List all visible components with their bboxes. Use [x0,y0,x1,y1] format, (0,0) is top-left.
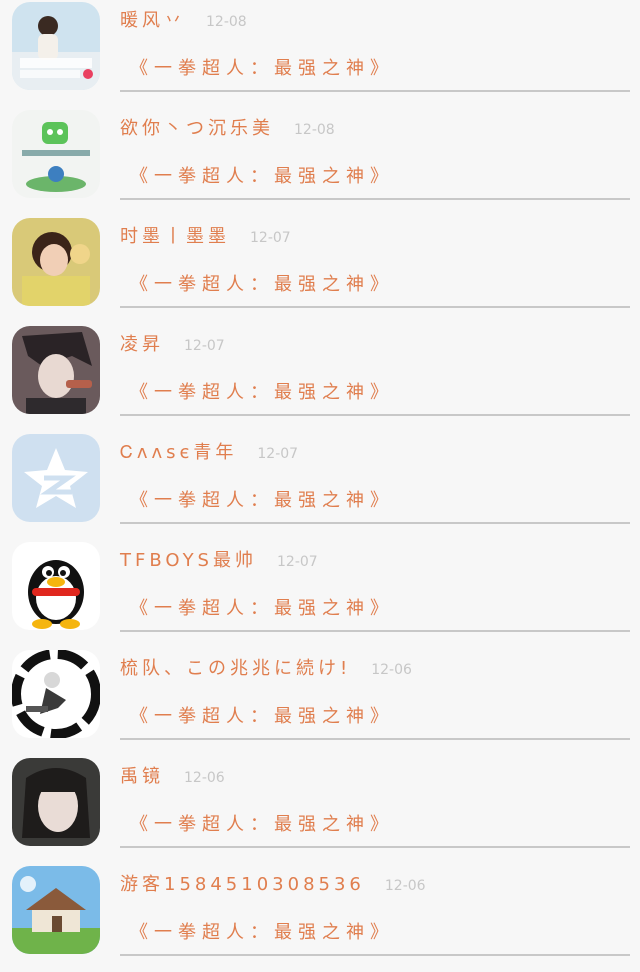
sender-name[interactable]: 凌昇 [120,330,164,356]
message-date: 12-06 [384,878,426,894]
message-header: 禹镜 12-06 [120,762,630,788]
message-header: 暖风丷 12-08 [120,6,630,32]
divider [120,738,630,740]
message-date: 12-08 [294,122,335,138]
message-header: Ꮯʌʌsє青年 12-07 [120,438,630,464]
qq-penguin-avatar[interactable] [12,542,100,630]
sender-name[interactable]: TFBOYS最帅 [120,546,257,572]
divider [120,90,630,92]
message-header: 游客1584510308536 12-06 [120,870,630,896]
message-text[interactable]: 《一拳超人：最强之神》 [130,162,394,188]
divider [120,954,630,956]
message-date: 12-06 [371,662,412,678]
message-header: 时墨丨墨墨 12-07 [120,222,630,248]
message-header: TFBOYS最帅 12-07 [120,546,630,572]
child-photo-avatar[interactable] [12,218,100,306]
message-header: 梳队、この兆兆に続け! 12-06 [120,654,630,680]
anime-boy-avatar[interactable] [12,326,100,414]
message-list: 暖风丷 12-08 《一拳超人：最强之神》 欲你丶つ沉乐美 12-08 《一拳超… [0,0,640,957]
woman-portrait-avatar[interactable] [12,758,100,846]
message-header: 凌昇 12-07 [120,330,630,356]
sender-name[interactable]: 梳队、この兆兆に続け! [120,654,351,680]
house-landscape-avatar[interactable] [12,866,100,954]
sender-name[interactable]: 禹镜 [120,762,164,788]
sender-name[interactable]: 欲你丶つ沉乐美 [120,114,274,140]
message-date: 12-08 [206,14,247,30]
divider [120,198,630,200]
list-item[interactable]: 欲你丶つ沉乐美 12-08 《一拳超人：最强之神》 [0,108,640,216]
message-text[interactable]: 《一拳超人：最强之神》 [130,918,394,944]
list-item[interactable]: Ꮯʌʌsє青年 12-07 《一拳超人：最强之神》 [0,432,640,540]
qzone-star-avatar[interactable] [12,434,100,522]
divider [120,522,630,524]
list-item[interactable]: 游客1584510308536 12-06 《一拳超人：最强之神》 [0,864,640,972]
message-date: 12-06 [184,770,225,786]
divider [120,846,630,848]
message-text[interactable]: 《一拳超人：最强之神》 [130,486,394,512]
list-item[interactable]: 暖风丷 12-08 《一拳超人：最强之神》 [0,0,640,108]
sender-name[interactable]: 暖风丷 [120,6,186,32]
message-header: 欲你丶つ沉乐美 12-08 [120,114,630,140]
message-text[interactable]: 《一拳超人：最强之神》 [130,810,394,836]
list-item[interactable]: 禹镜 12-06 《一拳超人：最强之神》 [0,756,640,864]
divider [120,630,630,632]
anime-circle-avatar[interactable] [12,650,100,738]
divider [120,414,630,416]
sender-name[interactable]: 时墨丨墨墨 [120,222,230,248]
list-item[interactable]: 凌昇 12-07 《一拳超人：最强之神》 [0,324,640,432]
sender-name[interactable]: Ꮯʌʌsє青年 [120,438,237,464]
message-text[interactable]: 《一拳超人：最强之神》 [130,378,394,404]
message-text[interactable]: 《一拳超人：最强之神》 [130,54,394,80]
list-item[interactable]: TFBOYS最帅 12-07 《一拳超人：最强之神》 [0,540,640,648]
message-text[interactable]: 《一拳超人：最强之神》 [130,594,394,620]
message-date: 12-07 [277,554,318,570]
divider [120,306,630,308]
wechat-banner-avatar[interactable] [12,110,100,198]
sender-name[interactable]: 游客1584510308536 [120,870,365,896]
list-item[interactable]: 时墨丨墨墨 12-07 《一拳超人：最强之神》 [0,216,640,324]
girl-photo-avatar[interactable] [12,2,100,90]
message-date: 12-07 [184,338,225,354]
list-item[interactable]: 梳队、この兆兆に続け! 12-06 《一拳超人：最强之神》 [0,648,640,756]
message-text[interactable]: 《一拳超人：最强之神》 [130,270,394,296]
message-date: 12-07 [257,446,299,462]
message-date: 12-07 [250,230,291,246]
message-text[interactable]: 《一拳超人：最强之神》 [130,702,394,728]
